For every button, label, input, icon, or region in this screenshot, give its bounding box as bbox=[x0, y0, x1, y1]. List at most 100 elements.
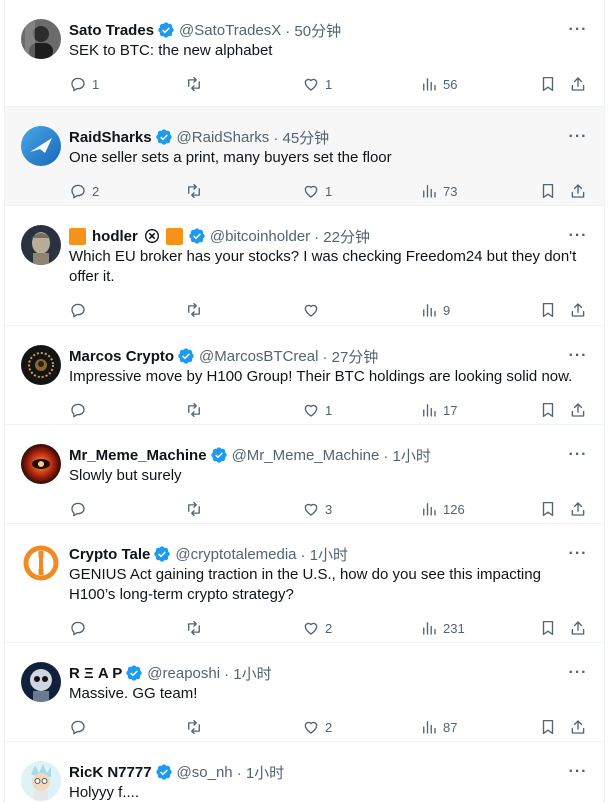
reply-button[interactable] bbox=[69, 618, 92, 638]
avatar-crypto-tale[interactable] bbox=[21, 543, 61, 583]
views-button[interactable]: 9 bbox=[420, 300, 450, 320]
share-button[interactable] bbox=[569, 717, 587, 737]
reply-button[interactable]: 2 bbox=[69, 181, 99, 201]
reply-button[interactable] bbox=[69, 400, 92, 420]
heart-icon bbox=[302, 301, 320, 319]
retweet-icon bbox=[185, 500, 203, 518]
retweet-button[interactable] bbox=[185, 499, 208, 519]
bookmark-icon bbox=[539, 301, 557, 319]
views-button[interactable]: 87 bbox=[420, 717, 457, 737]
share-button[interactable] bbox=[569, 181, 587, 201]
author-handle[interactable]: @so_nh bbox=[177, 764, 233, 781]
share-button[interactable] bbox=[569, 400, 587, 420]
bookmark-button[interactable] bbox=[539, 717, 557, 737]
view-count: 9 bbox=[443, 302, 451, 318]
orange-square-icon bbox=[165, 227, 183, 245]
reply-icon bbox=[69, 619, 87, 637]
views-button[interactable]: 231 bbox=[420, 618, 465, 638]
bookmark-button[interactable] bbox=[539, 618, 557, 638]
tweet[interactable]: R Ξ A P @reaposhi · 1小时 ··· Massive. GG team… bbox=[5, 643, 604, 742]
share-button[interactable] bbox=[569, 300, 587, 320]
views-button[interactable]: 56 bbox=[420, 74, 457, 94]
like-button[interactable]: 2 bbox=[302, 717, 332, 737]
views-button[interactable]: 73 bbox=[420, 181, 457, 201]
like-button[interactable]: 1 bbox=[302, 74, 332, 94]
like-button[interactable]: 1 bbox=[302, 181, 332, 201]
tweet-text: Which EU broker has your stocks? I was c… bbox=[69, 248, 577, 285]
analytics-icon bbox=[420, 619, 438, 637]
author-handle[interactable]: @bitcoinholder bbox=[210, 228, 310, 245]
like-button[interactable]: 3 bbox=[302, 499, 332, 519]
author-name[interactable]: Sato Trades bbox=[69, 22, 154, 39]
share-icon bbox=[569, 401, 587, 419]
avatar-reap[interactable] bbox=[21, 662, 61, 702]
timestamp[interactable]: · 1小时 bbox=[224, 663, 272, 683]
author-handle[interactable]: @cryptotalemedia bbox=[175, 546, 296, 563]
share-button[interactable] bbox=[569, 74, 587, 94]
reply-button[interactable]: 1 bbox=[69, 74, 99, 94]
bookmark-icon bbox=[539, 75, 557, 93]
timestamp[interactable]: · 45分钟 bbox=[273, 127, 329, 147]
reply-button[interactable] bbox=[69, 300, 92, 320]
author-handle[interactable]: @SatoTradesX bbox=[179, 22, 281, 39]
timestamp[interactable]: · 50分钟 bbox=[285, 20, 341, 40]
retweet-button[interactable] bbox=[185, 74, 208, 94]
tweet[interactable]: Marcos Crypto @MarcosBTCreal · 27分钟 ··· Impr… bbox=[5, 326, 604, 425]
avatar-marcos-crypto[interactable] bbox=[21, 345, 61, 385]
like-count: 1 bbox=[325, 183, 333, 199]
tweet[interactable]: hodler @bitcoinholder · 22分钟 ··· Which EU br… bbox=[5, 206, 604, 326]
author-name[interactable]: RicK N7777 bbox=[69, 764, 152, 781]
avatar-mr-meme-machine[interactable] bbox=[21, 444, 61, 484]
timestamp[interactable]: · 1小时 bbox=[237, 762, 285, 782]
retweet-button[interactable] bbox=[185, 717, 208, 737]
timestamp[interactable]: · 27分钟 bbox=[322, 346, 378, 366]
views-button[interactable]: 17 bbox=[420, 400, 457, 420]
author-handle[interactable]: @RaidSharks bbox=[177, 129, 270, 146]
share-button[interactable] bbox=[569, 499, 587, 519]
analytics-icon bbox=[420, 182, 438, 200]
author-name[interactable]: R Ξ A P bbox=[69, 665, 122, 682]
bookmark-button[interactable] bbox=[539, 499, 557, 519]
bookmark-button[interactable] bbox=[539, 400, 557, 420]
author-name[interactable]: Marcos Crypto bbox=[69, 348, 174, 365]
author-handle[interactable]: @MarcosBTCreal bbox=[199, 348, 318, 365]
retweet-button[interactable] bbox=[185, 618, 208, 638]
avatar-hodler[interactable] bbox=[21, 225, 61, 265]
author-name[interactable]: RaidSharks bbox=[69, 129, 152, 146]
like-button[interactable]: 1 bbox=[302, 400, 332, 420]
tweet[interactable]: Crypto Tale @cryptotalemedia · 1小时 ··· GENIU… bbox=[5, 524, 604, 643]
reply-button[interactable] bbox=[69, 717, 92, 737]
retweet-button[interactable] bbox=[185, 300, 208, 320]
retweet-button[interactable] bbox=[185, 400, 208, 420]
bookmark-button[interactable] bbox=[539, 300, 557, 320]
tweet[interactable]: RaidSharks @RaidSharks · 45分钟 ··· One seller… bbox=[5, 107, 604, 206]
tweet-text: GENIUS Act gaining traction in the U.S.,… bbox=[69, 566, 541, 603]
tweet[interactable]: Mr_Meme_Machine @Mr_Meme_Machine · 1小时 ··· S… bbox=[5, 425, 604, 524]
author-handle[interactable]: @Mr_Meme_Machine bbox=[232, 447, 380, 464]
tweet-actions: 2 1 73 bbox=[69, 181, 588, 201]
timestamp[interactable]: · 1小时 bbox=[383, 445, 431, 465]
author-name[interactable]: hodler bbox=[92, 228, 138, 245]
views-button[interactable]: 126 bbox=[420, 499, 465, 519]
tweet[interactable]: RicK N7777 @so_nh · 1小时 ··· Holyyy f.... bbox=[5, 742, 604, 803]
author-name[interactable]: Crypto Tale bbox=[69, 546, 150, 563]
retweet-button[interactable] bbox=[185, 181, 208, 201]
timestamp[interactable]: · 22分钟 bbox=[314, 226, 370, 246]
like-button[interactable] bbox=[302, 300, 325, 320]
author-name[interactable]: Mr_Meme_Machine bbox=[69, 447, 207, 464]
avatar-sato-trades[interactable] bbox=[21, 19, 61, 59]
view-count: 17 bbox=[443, 402, 458, 418]
reply-button[interactable] bbox=[69, 499, 92, 519]
bookmark-button[interactable] bbox=[539, 181, 557, 201]
bookmark-button[interactable] bbox=[539, 74, 557, 94]
timestamp[interactable]: · 1小时 bbox=[301, 544, 349, 564]
reply-icon bbox=[69, 182, 87, 200]
tweet[interactable]: Sato Trades @SatoTradesX · 50分钟 ··· SEK to B… bbox=[5, 0, 604, 107]
like-button[interactable]: 2 bbox=[302, 618, 332, 638]
avatar-rick[interactable] bbox=[21, 761, 61, 801]
tweet-header: Marcos Crypto @MarcosBTCreal · 27分钟 bbox=[69, 346, 556, 366]
share-button[interactable] bbox=[569, 618, 587, 638]
retweet-icon bbox=[185, 182, 203, 200]
avatar-raidsharks[interactable] bbox=[21, 126, 61, 166]
author-handle[interactable]: @reaposhi bbox=[147, 665, 220, 682]
